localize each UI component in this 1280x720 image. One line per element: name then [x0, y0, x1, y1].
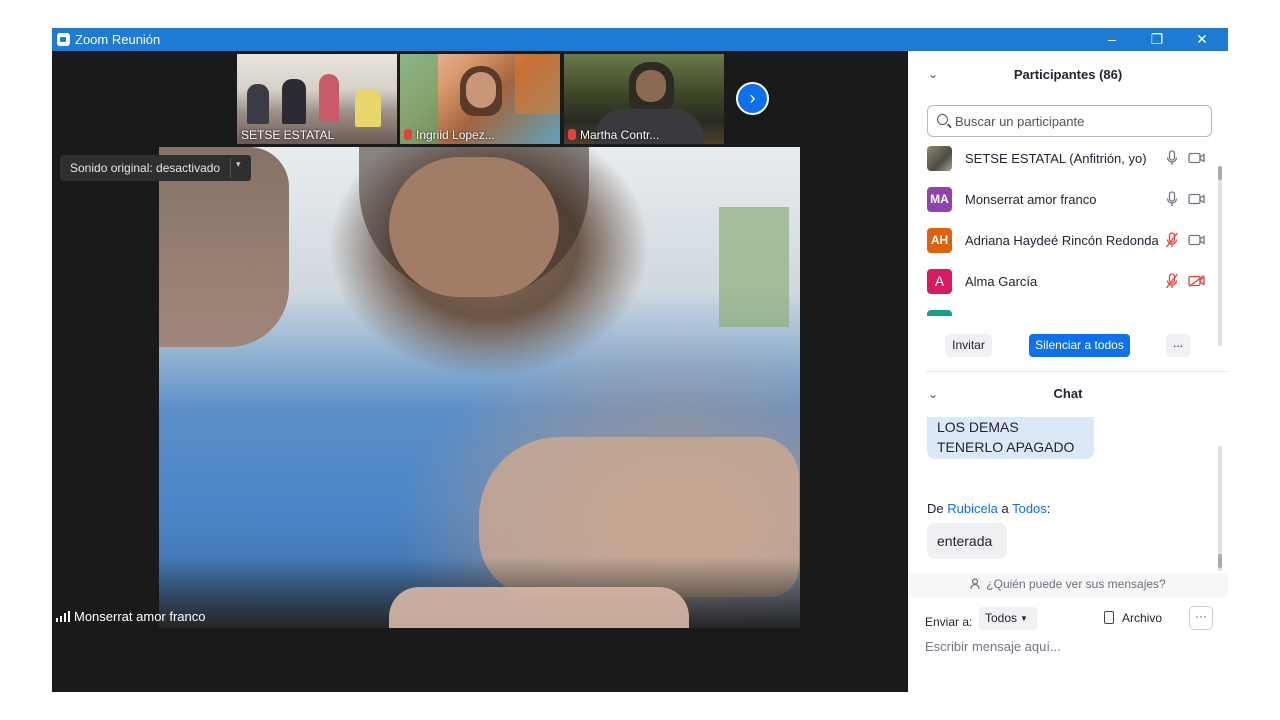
section-divider — [926, 371, 1228, 372]
thumbnail-label: Ingriid Lopez... — [416, 128, 495, 142]
minimize-button[interactable]: – — [1092, 29, 1132, 49]
signal-bars-icon — [56, 611, 70, 622]
file-icon — [1104, 611, 1114, 624]
microphone-icon[interactable] — [1166, 191, 1178, 207]
active-speaker-video — [159, 147, 800, 628]
avatar — [927, 310, 952, 316]
avatar — [927, 146, 952, 171]
avatar: A — [927, 269, 952, 294]
avatar: AH — [927, 228, 952, 253]
invite-button[interactable]: Invitar — [945, 334, 992, 357]
search-placeholder: Buscar un participante — [955, 114, 1085, 129]
microphone-icon[interactable] — [1166, 150, 1178, 166]
zoom-logo-icon — [57, 33, 70, 46]
side-panel: ⌄ Participantes (86) Buscar un participa… — [908, 51, 1228, 692]
close-button[interactable]: ✕ — [1182, 29, 1222, 49]
participant-row[interactable]: SETSE ESTATAL (Anfitrión, yo) — [908, 143, 1218, 184]
title-bar: Zoom Reunión – ❐ ✕ — [52, 28, 1228, 51]
participant-name: Alma García — [965, 274, 1038, 289]
participant-row[interactable]: A Alma García — [908, 266, 1218, 307]
next-page-button[interactable]: › — [736, 82, 769, 115]
participants-scrollbar[interactable] — [1218, 166, 1222, 346]
thumbnail-label: SETSE ESTATAL — [241, 128, 335, 142]
chat-header: Chat — [1053, 386, 1083, 401]
zoom-window: Zoom Reunión – ❐ ✕ SETSE ESTATAL Ingriid… — [52, 28, 1228, 692]
participant-name: Monserrat amor franco — [965, 192, 1097, 207]
original-sound-label: Sonido original: desactivado — [70, 161, 221, 175]
video-area: SETSE ESTATAL Ingriid Lopez... Martha Co… — [52, 51, 908, 692]
participants-more-button[interactable]: ... — [1166, 334, 1190, 357]
active-speaker-label: Monserrat amor franco — [56, 609, 206, 624]
chat-message-bubble: enterada — [927, 523, 1007, 559]
original-sound-toggle[interactable]: Sonido original: desactivado ▾ — [60, 155, 251, 181]
window-title: Zoom Reunión — [75, 32, 161, 47]
microphone-muted-icon[interactable] — [1166, 273, 1178, 289]
mic-off-icon — [568, 129, 576, 140]
chat-message-input[interactable] — [925, 634, 1215, 658]
person-icon — [970, 578, 980, 590]
participant-name: Adriana Haydeé Rincón Redonda — [965, 233, 1159, 248]
video-camera-icon[interactable] — [1188, 234, 1205, 246]
chat-scrollbar[interactable] — [1218, 446, 1222, 571]
video-camera-icon[interactable] — [1188, 152, 1205, 164]
who-can-see-text: ¿Quién puede ver sus mensajes? — [986, 577, 1166, 591]
participant-name: SETSE ESTATAL (Anfitrión, yo) — [965, 151, 1147, 166]
chat-message-bubble: LOS DEMAS TENERLO APAGADO — [927, 417, 1094, 459]
mute-all-button[interactable]: Silenciar a todos — [1029, 334, 1130, 357]
video-thumbnail[interactable]: Martha Contr... — [564, 54, 724, 144]
video-thumbnail[interactable]: Ingriid Lopez... — [400, 54, 560, 144]
video-camera-icon[interactable] — [1188, 193, 1205, 205]
video-thumbnail[interactable]: SETSE ESTATAL — [237, 54, 397, 144]
chat-message-sender: De Rubicela a Todos: — [927, 501, 1051, 516]
file-button[interactable]: Archivo — [1104, 607, 1162, 630]
send-to-select[interactable]: Todos ▼ — [979, 607, 1037, 630]
recipient-link[interactable]: Todos — [1012, 501, 1047, 516]
participants-header: Participantes (86) — [1013, 67, 1123, 82]
chevron-down-icon: ▼ — [1020, 614, 1028, 623]
participant-row[interactable]: AH Adriana Haydeé Rincón Redonda — [908, 225, 1218, 266]
thumbnail-label: Martha Contr... — [580, 128, 660, 142]
avatar: MA — [927, 187, 952, 212]
microphone-muted-icon[interactable] — [1166, 232, 1178, 248]
participant-search-input[interactable]: Buscar un participante — [927, 105, 1212, 137]
sender-link[interactable]: Rubicela — [947, 501, 998, 516]
maximize-button[interactable]: ❐ — [1137, 29, 1177, 49]
who-can-see-link[interactable]: ¿Quién puede ver sus mensajes? — [908, 573, 1228, 597]
chat-more-button[interactable]: ··· — [1189, 606, 1213, 630]
participant-row[interactable]: MA Monserrat amor franco — [908, 184, 1218, 225]
video-camera-off-icon[interactable] — [1188, 275, 1205, 287]
chevron-down-icon[interactable]: ▾ — [236, 159, 241, 170]
mic-off-icon — [404, 129, 412, 140]
search-icon — [937, 114, 948, 125]
send-to-label: Enviar a: — [925, 615, 973, 629]
speaker-name: Monserrat amor franco — [74, 609, 206, 624]
